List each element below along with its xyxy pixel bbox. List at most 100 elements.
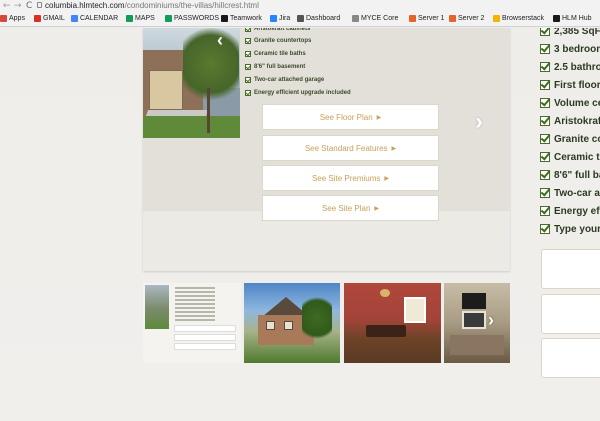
checkbox-checked-icon — [540, 170, 550, 180]
back-arrow-icon[interactable]: ← — [3, 1, 11, 11]
thumb-living-room[interactable] — [444, 283, 510, 363]
bookmark-server-1[interactable]: Server 1 — [409, 15, 444, 22]
checkbox-checked-icon — [540, 80, 550, 90]
mini-button — [174, 325, 236, 332]
bookmark-label: PASSWORDS — [174, 15, 219, 22]
bookmark-label: GMAIL — [43, 15, 65, 22]
slide-next-chevron-icon[interactable]: › — [475, 108, 483, 136]
mini-feature-line — [175, 299, 215, 301]
slide-feature-label: Aristokraft cabinets — [254, 28, 311, 32]
browserstack-icon — [493, 15, 500, 22]
see-site-plan-button[interactable]: See Site Plan ▶ — [262, 195, 439, 221]
teamwork-icon — [221, 15, 228, 22]
thumbs-next-chevron-icon[interactable]: › — [488, 310, 494, 331]
right-feature-item: First floor — [540, 78, 600, 92]
calendar-icon — [71, 15, 78, 22]
checkbox-checked-icon — [245, 38, 251, 44]
mini-button — [174, 343, 236, 350]
slide-prev-chevron-icon[interactable]: ‹ — [217, 30, 223, 51]
checkbox-checked-icon — [540, 116, 550, 126]
bookmark-dashboard[interactable]: Dashboard — [297, 15, 340, 22]
bookmark-hlm-hub[interactable]: HLM Hub — [553, 15, 592, 22]
right-feature-label: 8'6" full ba — [554, 169, 600, 181]
bookmark-label: Teamwork — [230, 15, 262, 22]
slide-feature-label: 8'6" full basement — [254, 64, 306, 70]
browser-chrome: ← → C columbia.hlmtech.com/condominiums/… — [0, 0, 600, 27]
bookmark-apps[interactable]: Apps — [0, 15, 25, 22]
bookmark-jira[interactable]: Jira — [270, 15, 290, 22]
bookmark-label: MAPS — [135, 15, 155, 22]
forward-arrow-icon[interactable]: → — [14, 1, 22, 11]
bookmark-gmail[interactable]: GMAIL — [34, 15, 65, 22]
right-feature-item: Ceramic ti — [540, 150, 600, 164]
see-floor-plan-button[interactable]: See Floor Plan ▶ — [262, 104, 439, 130]
right-feature-item: Volume ce — [540, 96, 600, 110]
server-icon — [449, 15, 456, 22]
slide-feature-item: Two-car attached garage — [245, 77, 324, 83]
right-feature-item: Type your — [540, 222, 600, 236]
right-feature-item: 2,385 SqFt — [540, 28, 600, 38]
mini-feature-line — [175, 311, 215, 313]
right-feature-item: 3 bedrooms — [540, 42, 600, 56]
bookmark-maps[interactable]: MAPS — [126, 15, 155, 22]
right-feature-list: 2,385 SqFt 3 bedrooms 2.5 bathrooms First f… — [540, 28, 600, 238]
checkbox-checked-icon — [540, 188, 550, 198]
right-info-box[interactable] — [541, 294, 600, 334]
checkbox-checked-icon — [540, 28, 550, 36]
right-feature-label: First floor — [554, 79, 600, 91]
slide-feature-item: Energy efficient upgrade included — [245, 90, 351, 96]
right-feature-item: 8'6" full ba — [540, 168, 600, 182]
triangle-right-icon: ▶ — [376, 114, 382, 121]
see-standard-features-button[interactable]: See Standard Features ▶ — [262, 135, 439, 161]
dashboard-icon — [297, 15, 304, 22]
thumb-exterior[interactable] — [244, 283, 340, 363]
checkbox-checked-icon — [245, 77, 251, 83]
slide-feature-item: Aristokraft cabinets — [245, 28, 310, 32]
slide-feature-label: Two-car attached garage — [254, 77, 325, 83]
bookmark-myce-core[interactable]: MYCE Core — [352, 15, 398, 22]
page-info-icon[interactable] — [37, 2, 42, 8]
right-feature-item: Aristokraf — [540, 114, 600, 128]
right-feature-label: Aristokraf — [554, 115, 600, 127]
checkbox-checked-icon — [245, 51, 251, 57]
bookmark-server-2[interactable]: Server 2 — [449, 15, 484, 22]
right-info-box[interactable] — [541, 338, 600, 378]
thumb-feature-slide[interactable] — [143, 283, 241, 363]
reload-icon[interactable]: C — [26, 1, 32, 11]
right-feature-label: Type your — [554, 223, 600, 235]
triangle-right-icon: ▶ — [374, 205, 380, 212]
right-info-box[interactable] — [541, 249, 600, 289]
mini-feature-line — [175, 303, 215, 305]
right-feature-item: Two-car at — [540, 186, 600, 200]
button-label: See Floor Plan — [319, 112, 373, 122]
right-feature-label: Volume ce — [554, 97, 600, 109]
bookmark-label: CALENDAR — [80, 15, 119, 22]
right-feature-item: 2.5 bathrooms — [540, 60, 600, 74]
mini-feature-line — [175, 287, 215, 289]
bookmark-calendar[interactable]: CALENDAR — [71, 15, 118, 22]
slide-feature-label: Energy efficient upgrade included — [254, 90, 351, 96]
bookmark-teamwork[interactable]: Teamwork — [221, 15, 262, 22]
slide-feature-label: Ceramic tile baths — [254, 51, 306, 57]
checkbox-checked-icon — [540, 62, 550, 72]
right-feature-label: 3 bedrooms — [554, 43, 600, 55]
bookmark-label: MYCE Core — [361, 15, 399, 22]
right-feature-label: Ceramic ti — [554, 151, 600, 163]
slide-feature-item: 8'6" full basement — [245, 64, 305, 70]
bookmark-passwords[interactable]: PASSWORDS — [165, 15, 219, 22]
bookmarks-bar: Apps GMAIL CALENDAR MAPS PASSWORDS Teamwork Ji… — [0, 14, 600, 27]
sheets-icon — [126, 15, 133, 22]
right-feature-item: Energy eff — [540, 204, 600, 218]
thumb-dining-room[interactable] — [344, 283, 441, 363]
right-feature-label: 2,385 SqFt — [554, 28, 600, 37]
checkbox-checked-icon — [245, 28, 251, 32]
mini-feature-line — [175, 319, 215, 321]
apps-grid-icon — [0, 15, 7, 22]
checkbox-checked-icon — [540, 98, 550, 108]
bookmark-browserstack[interactable]: Browserstack — [493, 15, 544, 22]
page-icon — [352, 15, 359, 22]
bookmark-label: Apps — [9, 15, 25, 22]
url-field[interactable]: columbia.hlmtech.com/condominiums/the-vi… — [45, 1, 259, 10]
slide-feature-item: Ceramic tile baths — [245, 51, 306, 57]
see-site-premiums-button[interactable]: See Site Premiums ▶ — [262, 165, 439, 191]
